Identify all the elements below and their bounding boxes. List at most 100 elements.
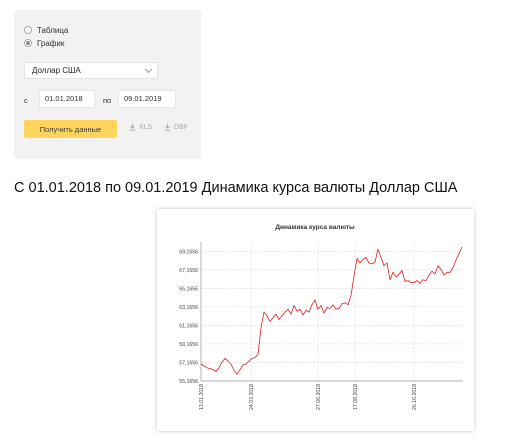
data-point [296,310,298,312]
date-from-label: с [24,96,28,105]
data-point [281,315,283,317]
data-point [200,363,202,365]
data-point [308,311,310,313]
data-point [344,302,346,304]
data-point [404,281,406,282]
data-point [440,269,442,270]
chart-title: Динамика курса валюты [275,224,355,231]
y-tick-label: 57,1656 [179,360,198,366]
data-point [377,248,379,250]
data-point [257,354,259,356]
data-point [392,271,394,273]
data-point [320,305,322,306]
data-point [242,364,244,366]
radio-table-indicator[interactable] [24,26,32,34]
data-point [389,279,391,281]
series-line [200,247,463,375]
data-point [224,358,226,359]
data-point [401,270,403,271]
data-point [206,367,208,369]
data-point [431,270,433,272]
download-dbf-label: DBF [174,123,188,131]
x-tick-label: 27.06.2018 [316,384,322,410]
data-point [452,267,454,268]
data-point [230,363,232,365]
chart-grid [200,242,463,382]
date-to-input[interactable]: 09.01.2019 [118,90,176,108]
data-point [416,280,418,281]
data-point [455,259,457,261]
get-data-button[interactable]: Получить данные [24,120,117,138]
data-point [329,308,331,309]
date-from-input[interactable]: 01.01.2018 [39,90,95,108]
data-point [290,313,292,315]
currency-select[interactable]: Доллар США [24,62,158,79]
data-point [218,367,220,369]
data-point [317,308,319,310]
data-point [383,265,385,267]
data-point [386,262,388,264]
data-point [443,274,445,276]
data-point [413,282,415,283]
download-icon [129,123,136,131]
y-tick-label: 61,1656 [179,323,198,329]
radio-option-table[interactable]: Таблица [24,24,68,36]
data-point [269,321,271,322]
data-point [368,262,370,264]
chevron-down-icon [144,65,153,74]
data-point [260,327,262,329]
data-point [263,311,265,313]
data-point [287,308,289,310]
data-point [239,369,241,370]
data-point [371,263,373,265]
data-point [419,283,421,284]
data-point [245,363,247,365]
data-point [458,253,460,255]
data-point [335,308,337,310]
currency-select-value: Доллар США [32,66,81,75]
radio-table-label: Таблица [37,25,69,35]
y-tick-label: 69,1656 [179,249,198,255]
download-dbf-link[interactable]: DBF [164,123,188,131]
radio-chart-indicator[interactable] [24,39,32,47]
y-tick-label: 55,1656 [179,379,198,385]
radio-option-chart[interactable]: График [24,37,64,49]
data-point [278,319,280,320]
data-point [209,368,211,369]
data-point [302,314,304,316]
data-point [311,304,313,306]
page-title: С 01.01.2018 по 09.01.2019 Динамика курс… [14,180,458,196]
data-point [227,360,229,362]
data-point [395,276,397,278]
data-point [461,246,463,248]
data-point [221,361,223,363]
y-tick-label: 67,1656 [179,268,198,274]
chart-axes: 55,1656 57,1656 59,1656 61,1656 63,1656 65,16… [179,242,463,410]
data-point [332,304,334,306]
data-point [203,365,205,367]
data-point [338,308,340,309]
data-point [272,317,274,319]
download-xls-link[interactable]: XLS [129,123,152,131]
data-point [251,358,253,359]
data-point [398,273,400,275]
data-point [449,271,451,273]
data-point [233,370,235,371]
download-xls-label: XLS [139,123,153,131]
data-point [347,304,349,306]
data-point [305,309,307,311]
y-tick-label: 65,1656 [179,286,198,292]
data-point [407,280,409,281]
data-point [266,315,268,317]
data-point [356,258,358,259]
data-point [446,271,448,273]
data-point [437,265,439,267]
download-icon [164,123,171,131]
data-point [275,313,277,315]
data-point [326,307,328,308]
data-point [314,299,316,301]
data-point [350,295,352,296]
data-point [323,312,325,314]
data-point [434,273,436,275]
radio-chart-label: График [37,38,65,48]
